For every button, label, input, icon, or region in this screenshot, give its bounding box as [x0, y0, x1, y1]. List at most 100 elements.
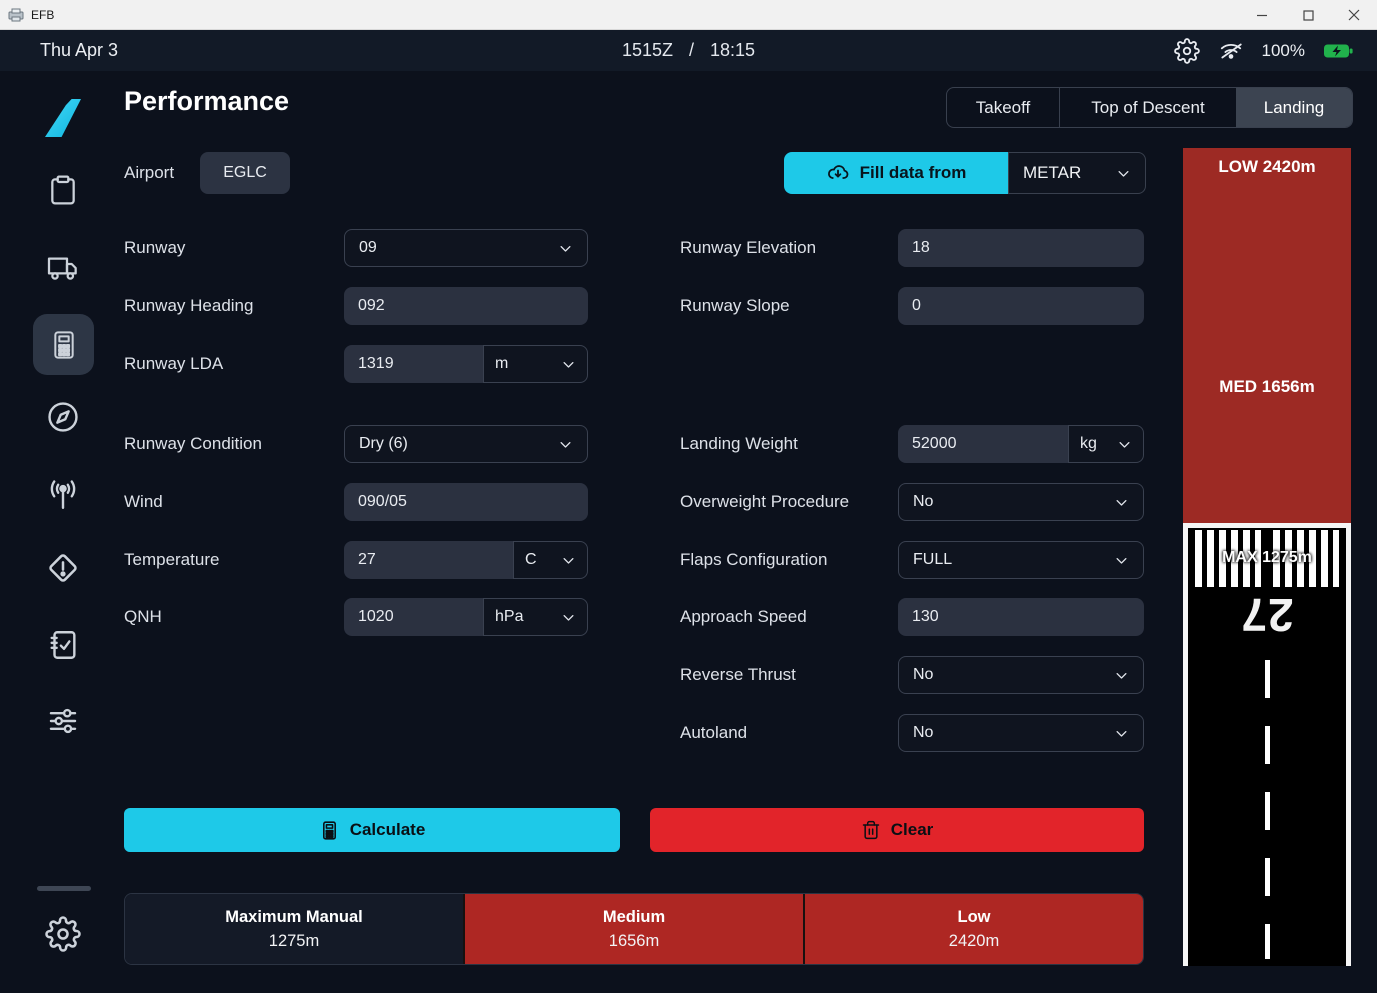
landing-weight-field: 52000 kg	[898, 425, 1144, 463]
chevron-down-icon	[561, 357, 576, 372]
overweight-procedure-label: Overweight Procedure	[680, 483, 849, 521]
airport-code-button[interactable]: EGLC	[200, 152, 290, 194]
calculate-label: Calculate	[350, 820, 426, 840]
runway-heading-value: 092	[358, 297, 385, 315]
trash-icon	[861, 820, 881, 840]
runway-heading-input[interactable]: 092	[344, 287, 588, 325]
close-icon[interactable]	[1331, 0, 1377, 30]
sidebar-item-checklist[interactable]	[40, 627, 86, 663]
runway-elevation-input[interactable]: 18	[898, 229, 1144, 267]
efb-window: EFB Thu Apr 3 1515Z / 18:15	[0, 0, 1377, 993]
fill-data-button[interactable]: Fill data from	[784, 152, 1008, 194]
app-icon	[8, 8, 24, 22]
flaps-configuration-select[interactable]: FULL	[898, 541, 1144, 579]
low-distance-label: LOW 2420m	[1183, 157, 1351, 177]
qnh-unit: hPa	[495, 608, 523, 626]
runway-diagram: MAX 1275m 27	[1183, 523, 1351, 966]
chevron-down-icon	[1114, 553, 1129, 568]
runway-elevation-label: Runway Elevation	[680, 229, 816, 267]
logo-fin-icon	[45, 99, 81, 137]
chevron-down-icon	[1114, 668, 1129, 683]
temperature-unit-select[interactable]: C	[513, 541, 588, 579]
reverse-thrust-value: No	[913, 666, 933, 684]
antenna-icon	[46, 478, 80, 512]
temperature-unit: C	[525, 551, 537, 569]
sidebar-item-performance[interactable]	[33, 314, 94, 375]
overweight-procedure-select[interactable]: No	[898, 483, 1144, 521]
tab-takeoff[interactable]: Takeoff	[947, 88, 1059, 127]
landing-weight-input[interactable]: 52000	[898, 425, 1068, 463]
battery-charging-icon	[1323, 41, 1353, 61]
zulu-time: 1515Z	[622, 40, 673, 61]
sidebar-item-navigation[interactable]	[40, 400, 86, 434]
sidebar-item-equipment[interactable]	[40, 704, 86, 738]
time-separator: /	[689, 40, 694, 61]
minimize-icon[interactable]	[1239, 0, 1285, 30]
qnh-unit-select[interactable]: hPa	[483, 598, 588, 636]
tab-top-of-descent[interactable]: Top of Descent	[1059, 88, 1236, 127]
runway-lda-input[interactable]: 1319	[344, 345, 483, 383]
runway-lda-field: 1319 m	[344, 345, 588, 383]
checklist-icon	[46, 627, 80, 663]
clipboard-icon	[47, 172, 79, 208]
wind-value: 090/05	[358, 493, 407, 511]
runway-value: 09	[359, 239, 377, 257]
chevron-down-icon	[1116, 166, 1131, 181]
qnh-value: 1020	[358, 608, 394, 626]
med-distance-label: MED 1656m	[1183, 377, 1351, 397]
autoland-select[interactable]: No	[898, 714, 1144, 752]
landing-weight-label: Landing Weight	[680, 425, 798, 463]
airport-label: Airport	[124, 152, 174, 194]
results-bar: Maximum Manual 1275m Medium 1656m Low 24…	[124, 893, 1144, 965]
window-title: EFB	[31, 8, 54, 22]
chevron-down-icon	[1114, 726, 1129, 741]
fill-source-value: METAR	[1023, 163, 1081, 183]
result-value: 1275m	[269, 932, 319, 951]
fill-source-select[interactable]: METAR	[1008, 152, 1146, 194]
runway-lda-unit: m	[495, 355, 508, 373]
runway-slope-input[interactable]: 0	[898, 287, 1144, 325]
temperature-input[interactable]: 27	[344, 541, 513, 579]
sidebar-item-radio[interactable]	[40, 478, 86, 512]
autoland-value: No	[913, 724, 933, 742]
runway-lda-unit-select[interactable]: m	[483, 345, 588, 383]
runway-slope-value: 0	[912, 297, 921, 315]
clear-label: Clear	[891, 820, 934, 840]
temperature-label: Temperature	[124, 541, 219, 579]
reverse-thrust-select[interactable]: No	[898, 656, 1144, 694]
sidebar-item-fuel-truck[interactable]	[40, 252, 86, 284]
calculator-icon	[319, 820, 340, 841]
qnh-input[interactable]: 1020	[344, 598, 483, 636]
tab-landing[interactable]: Landing	[1236, 88, 1352, 127]
runway-select[interactable]: 09	[344, 229, 588, 267]
temperature-value: 27	[358, 551, 376, 569]
runway-number: 27	[1188, 588, 1346, 642]
flaps-configuration-value: FULL	[913, 551, 952, 569]
result-label: Maximum Manual	[225, 908, 363, 927]
maximize-icon[interactable]	[1285, 0, 1331, 30]
gear-icon	[45, 916, 81, 952]
sidebar-logo[interactable]	[40, 99, 86, 137]
runway-lda-label: Runway LDA	[124, 345, 223, 383]
sidebar-item-clipboard[interactable]	[40, 172, 86, 208]
runway-heading-label: Runway Heading	[124, 287, 253, 325]
qnh-field: 1020 hPa	[344, 598, 588, 636]
chevron-down-icon	[1117, 437, 1132, 452]
settings-icon[interactable]	[1174, 38, 1200, 64]
overweight-procedure-value: No	[913, 493, 933, 511]
wind-input[interactable]: 090/05	[344, 483, 588, 521]
approach-speed-input[interactable]: 130	[898, 598, 1144, 636]
runway-condition-select[interactable]: Dry (6)	[344, 425, 588, 463]
sidebar-item-settings[interactable]	[40, 916, 86, 952]
landing-weight-unit-select[interactable]: kg	[1068, 425, 1144, 463]
page-title: Performance	[124, 86, 289, 117]
chevron-down-icon	[558, 437, 573, 452]
clear-button[interactable]: Clear	[650, 808, 1144, 852]
sidebar-item-alerts[interactable]	[40, 550, 86, 586]
status-clock: 1515Z / 18:15	[0, 30, 1377, 71]
runway-centerline	[1265, 660, 1270, 959]
calculate-button[interactable]: Calculate	[124, 808, 620, 852]
battery-percentage: 100%	[1262, 41, 1305, 61]
calculator-icon	[48, 327, 80, 363]
wind-label: Wind	[124, 483, 163, 521]
